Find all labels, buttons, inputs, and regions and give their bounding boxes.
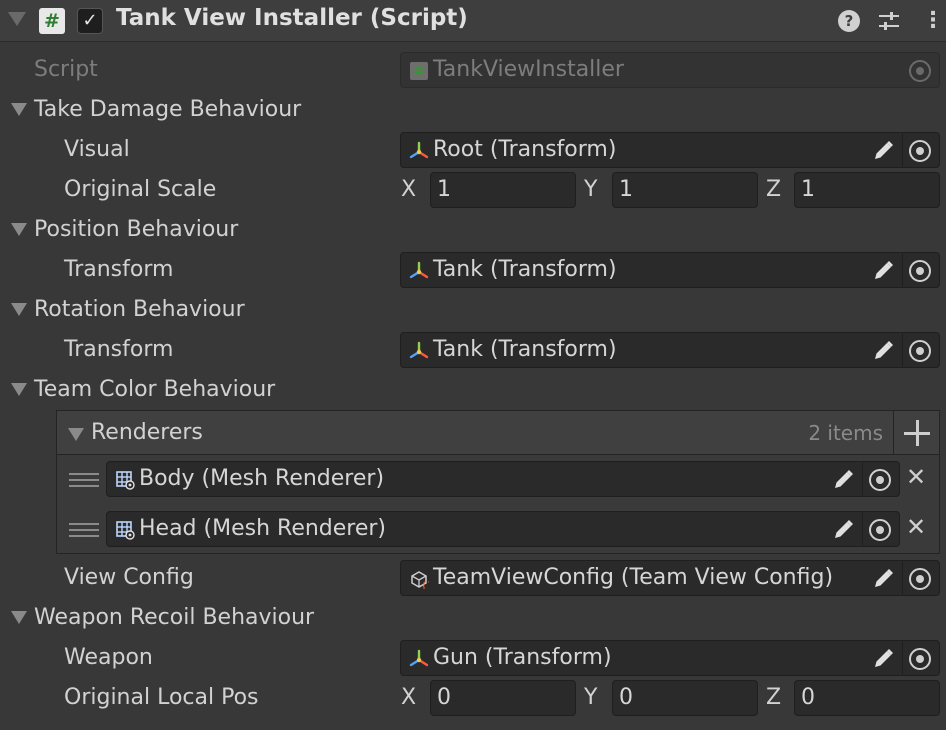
drag-handle[interactable] [69, 473, 99, 491]
edit-pencil-icon[interactable] [871, 139, 895, 163]
object-picker-icon[interactable] [909, 260, 931, 282]
renderer-item-field[interactable]: Body (Mesh Renderer) [106, 461, 900, 497]
remove-item-icon[interactable]: ✕ [906, 515, 926, 539]
renderers-count: 2 items [808, 421, 883, 445]
component-enabled-checkbox[interactable]: ✓ [77, 8, 103, 34]
pos-x-label[interactable]: X [401, 684, 416, 712]
position-transform-value: Tank (Transform) [433, 257, 617, 282]
view-config-value: TeamViewConfig (Team View Config) [433, 565, 834, 590]
remove-item-icon[interactable]: ✕ [906, 465, 926, 489]
weapon-label: Weapon [64, 645, 153, 670]
object-picker-icon[interactable] [909, 140, 931, 162]
field-divider [902, 333, 903, 367]
drag-handle[interactable] [69, 523, 99, 541]
edit-pencil-icon[interactable] [831, 468, 855, 492]
renderers-label: Renderers [91, 420, 203, 445]
position-foldout-arrow[interactable] [11, 223, 27, 236]
original-local-pos-label: Original Local Pos [64, 685, 259, 710]
edit-pencil-icon[interactable] [871, 339, 895, 363]
object-picker-icon[interactable] [909, 648, 931, 670]
transform-icon [409, 141, 429, 159]
mesh-renderer-icon [116, 521, 135, 540]
take-damage-header[interactable]: Take Damage Behaviour [34, 96, 301, 124]
help-icon[interactable]: ? [838, 10, 860, 32]
transform-icon [409, 649, 429, 667]
field-divider [862, 462, 863, 496]
object-picker-icon[interactable] [869, 469, 891, 491]
field-divider [902, 253, 903, 287]
edit-pencil-icon[interactable] [831, 518, 855, 542]
rotation-transform-label: Transform [64, 337, 174, 362]
object-picker-icon[interactable] [869, 519, 891, 541]
scale-y-input[interactable]: 1 [612, 172, 758, 208]
mesh-renderer-icon [116, 471, 135, 490]
edit-pencil-icon[interactable] [871, 259, 895, 283]
weapon-recoil-header[interactable]: Weapon Recoil Behaviour [34, 604, 314, 632]
add-item-button[interactable] [893, 411, 939, 455]
original-scale-label: Original Scale [64, 177, 217, 202]
pos-y-label[interactable]: Y [584, 684, 597, 712]
pos-y-input[interactable]: 0 [612, 680, 758, 716]
object-picker-icon[interactable] [909, 568, 931, 590]
transform-icon [409, 341, 429, 359]
renderers-foldout-arrow[interactable] [68, 428, 84, 441]
object-picker-icon [909, 60, 931, 82]
rotation-foldout-arrow[interactable] [11, 303, 27, 316]
view-config-label: View Config [64, 565, 194, 590]
scale-x-input[interactable]: 1 [430, 172, 576, 208]
field-divider [862, 512, 863, 546]
visual-label: Visual [64, 137, 130, 162]
pos-z-label[interactable]: Z [766, 684, 781, 712]
scale-z-input[interactable]: 1 [794, 172, 940, 208]
weapon-field[interactable]: Gun (Transform) [400, 640, 940, 676]
edit-pencil-icon[interactable] [871, 567, 895, 591]
renderer-item-field[interactable]: Head (Mesh Renderer) [106, 511, 900, 547]
rotation-transform-value: Tank (Transform) [433, 337, 617, 362]
component-header[interactable]: # ✓ Tank View Installer (Script) ? ⋮ [0, 0, 946, 42]
field-divider [902, 641, 903, 675]
renderers-list: Renderers 2 items Body (Mesh Renderer) ✕… [56, 410, 940, 554]
component-title: Tank View Installer (Script) [116, 5, 468, 31]
field-divider [902, 133, 903, 167]
take-damage-foldout-arrow[interactable] [11, 103, 27, 116]
pos-x-input[interactable]: 0 [430, 680, 576, 716]
team-color-foldout-arrow[interactable] [11, 383, 27, 396]
context-menu-icon[interactable]: ⋮ [922, 9, 944, 33]
position-header[interactable]: Position Behaviour [34, 216, 238, 244]
renderer-item-value: Body (Mesh Renderer) [139, 466, 385, 491]
script-label: Script [34, 57, 98, 82]
edit-pencil-icon[interactable] [871, 647, 895, 671]
renderer-item-value: Head (Mesh Renderer) [139, 516, 387, 541]
scriptable-object-icon [411, 571, 429, 589]
visual-value: Root (Transform) [433, 137, 617, 162]
script-icon: # [39, 8, 65, 34]
renderers-list-header[interactable]: Renderers 2 items [57, 411, 939, 455]
position-transform-label: Transform [64, 257, 174, 282]
weapon-value: Gun (Transform) [433, 645, 612, 670]
scale-y-label[interactable]: Y [584, 176, 597, 204]
team-color-header[interactable]: Team Color Behaviour [34, 376, 275, 404]
svg-text:#: # [413, 64, 425, 80]
component-foldout-arrow[interactable] [8, 12, 26, 26]
transform-icon [409, 261, 429, 279]
view-config-field[interactable]: TeamViewConfig (Team View Config) [400, 560, 940, 596]
visual-field[interactable]: Root (Transform) [400, 132, 940, 168]
scale-z-label[interactable]: Z [766, 176, 781, 204]
scale-x-label[interactable]: X [401, 176, 416, 204]
pos-z-input[interactable]: 0 [794, 680, 940, 716]
script-value: TankViewInstaller [433, 57, 624, 82]
object-picker-icon[interactable] [909, 340, 931, 362]
rotation-transform-field[interactable]: Tank (Transform) [400, 332, 940, 368]
presets-icon[interactable] [877, 9, 901, 33]
script-asset-icon: # [410, 62, 428, 80]
rotation-header[interactable]: Rotation Behaviour [34, 296, 245, 324]
position-transform-field[interactable]: Tank (Transform) [400, 252, 940, 288]
script-field: # TankViewInstaller [400, 52, 940, 88]
weapon-recoil-foldout-arrow[interactable] [11, 611, 27, 624]
field-divider [902, 561, 903, 595]
